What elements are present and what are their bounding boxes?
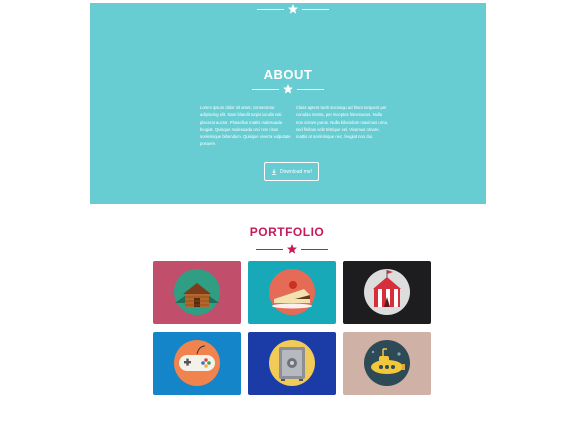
portfolio-item-cabin[interactable] [153,261,241,324]
portfolio-star-divider [255,243,329,255]
star-icon [283,84,293,94]
gamepad-icon [153,332,241,395]
about-text-right: Class aptent taciti sociosqu ad litora t… [296,105,388,139]
portfolio-item-circus[interactable] [343,261,431,324]
about-section: ABOUT Lorem ipsum dolor sit amet, consec… [90,3,486,204]
cabin-icon [153,261,241,324]
star-icon [287,244,297,254]
page: ABOUT Lorem ipsum dolor sit amet, consec… [0,0,574,443]
portfolio-title: PORTFOLIO [249,225,325,239]
portfolio-item-cake[interactable] [248,261,336,324]
star-icon [288,4,298,14]
portfolio-item-submarine[interactable] [343,332,431,395]
about-title: ABOUT [263,67,313,82]
submarine-icon [343,332,431,395]
circus-tent-icon [343,261,431,324]
download-button[interactable]: Download me! [264,162,319,181]
about-star-divider [251,83,325,95]
cake-icon [248,261,336,324]
portfolio-item-safe[interactable] [248,332,336,395]
portfolio-item-game[interactable] [153,332,241,395]
top-star-divider [256,3,330,15]
download-button-label: Download me! [280,168,312,175]
safe-icon [248,332,336,395]
download-icon [271,169,277,175]
about-text-left: Lorem ipsum dolor sit amet, consectetur … [200,105,291,147]
